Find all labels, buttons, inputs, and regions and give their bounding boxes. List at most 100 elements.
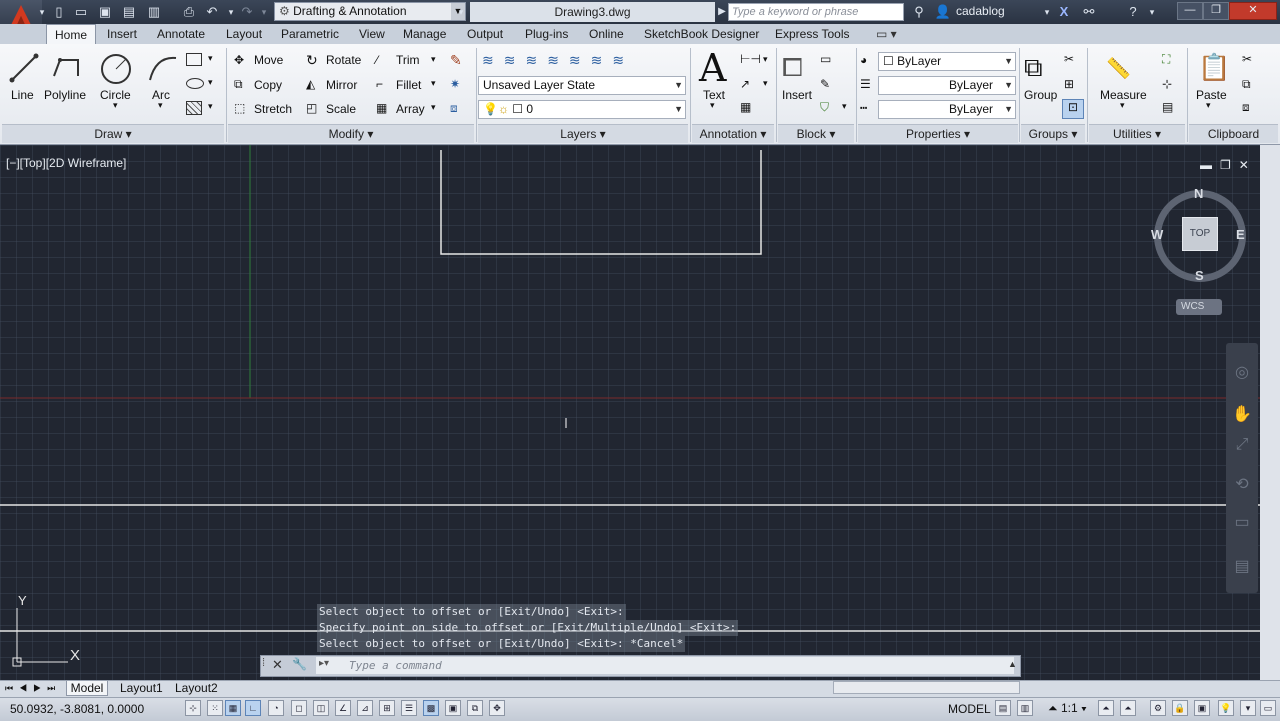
array-tool-label[interactable]: Array — [396, 102, 425, 116]
compass-north[interactable]: N — [1194, 186, 1203, 201]
scale-tool-label[interactable]: Scale — [326, 102, 356, 116]
plot-preview-icon[interactable]: ▥ — [145, 4, 163, 20]
command-input[interactable]: Type a command — [316, 657, 1014, 674]
copy-with-basepoint-icon[interactable]: ⧈ — [1242, 100, 1250, 115]
fillet-tool-label[interactable]: Fillet — [396, 78, 421, 92]
move-tool-label[interactable]: Move — [254, 53, 283, 67]
restore-window-icon[interactable]: ❐ — [1203, 2, 1229, 20]
annotation-visibility-icon[interactable]: ⏶ — [1098, 700, 1114, 716]
tab-manage[interactable]: Manage — [403, 24, 446, 44]
vertical-scrollbar[interactable] — [1260, 145, 1280, 680]
selection-cycling-toggle[interactable]: ⧉ — [467, 700, 483, 716]
leader-icon[interactable]: ↗ — [740, 77, 750, 91]
snap-mode-toggle[interactable]: ⁙ — [207, 700, 223, 716]
tab-layout2[interactable]: Layout2 — [175, 681, 218, 696]
leader-dropdown-icon[interactable]: ▾ — [763, 78, 768, 89]
transparency-toggle[interactable]: ▩ — [423, 700, 439, 716]
array-dropdown-icon[interactable]: ▾ — [431, 102, 436, 113]
ribbon-minimize-icon[interactable]: ▭ ▾ — [876, 24, 897, 44]
text-icon[interactable]: A — [699, 46, 726, 90]
app-menu-dropdown-icon[interactable]: ▾ — [33, 4, 51, 20]
linetype-select[interactable]: ByLayer ▼ — [878, 100, 1016, 119]
line-icon[interactable] — [8, 52, 40, 84]
quick-view-drawings-icon[interactable]: ▥ — [1017, 700, 1033, 716]
id-point-icon[interactable]: ⊹ — [1162, 77, 1172, 91]
horizontal-scrollbar[interactable] — [833, 681, 1020, 694]
mirror-icon[interactable]: ◭ — [306, 77, 315, 91]
redo-dropdown-icon[interactable]: ▾ — [255, 4, 273, 20]
offset-icon[interactable]: ⧈ — [450, 101, 458, 116]
polyline-tool-label[interactable]: Polyline — [44, 88, 86, 102]
circle-icon[interactable] — [99, 52, 133, 86]
arc-dropdown-icon[interactable]: ▾ — [158, 100, 163, 111]
layer-state-select[interactable]: Unsaved Layer State ▼ — [478, 76, 686, 95]
rectangle-icon[interactable] — [186, 53, 202, 66]
hatch-dropdown-icon[interactable]: ▾ — [208, 77, 213, 88]
tab-output[interactable]: Output — [467, 24, 503, 44]
signed-in-user[interactable]: cadablog — [956, 4, 1005, 18]
move-icon[interactable]: ✥ — [234, 53, 244, 67]
quick-select-icon[interactable]: ⛶ — [1162, 52, 1170, 67]
help-dropdown-icon[interactable]: ▾ — [1143, 4, 1161, 20]
minimize-window-icon[interactable]: — — [1177, 2, 1203, 20]
annotation-scale[interactable]: ⏶ 1:1 ▾ — [1048, 701, 1087, 716]
workspace-switching-gear-icon[interactable]: ⚙ — [1150, 700, 1166, 716]
tab-model[interactable]: Model — [66, 681, 108, 696]
groups-panel-title[interactable]: Groups ▾ — [1021, 124, 1085, 143]
workspace-switcher[interactable]: ⚙ Drafting & Annotation ▼ — [274, 2, 466, 21]
array-icon[interactable]: ▦ — [376, 101, 387, 115]
explode-icon[interactable]: ✷ — [450, 77, 460, 91]
tab-parametric[interactable]: Parametric — [281, 24, 339, 44]
create-block-icon[interactable]: ▭ — [820, 52, 831, 66]
pan-hand-icon[interactable]: ✋ — [1231, 404, 1253, 426]
exchange-apps-icon[interactable]: X — [1055, 4, 1073, 20]
ortho-mode-toggle[interactable]: ∟ — [245, 700, 261, 716]
insert-tool-label[interactable]: Insert — [782, 88, 812, 102]
block-panel-title[interactable]: Block ▾ — [778, 124, 854, 143]
tab-annotate[interactable]: Annotate — [157, 24, 205, 44]
command-line-close-icon[interactable]: ✕ — [272, 657, 283, 673]
fillet-icon[interactable]: ⌐ — [376, 77, 383, 91]
binoculars-search-icon[interactable]: ⚲ — [910, 4, 928, 20]
toolbar-lock-icon[interactable]: 🔒 — [1172, 700, 1188, 716]
stretch-icon[interactable]: ⬚ — [234, 101, 245, 115]
current-layer-select[interactable]: 💡☼ ☐ 0 ▼ — [478, 100, 686, 119]
copy-clip-icon[interactable]: ⧉ — [1242, 77, 1251, 92]
measure-icon[interactable]: 📏 — [1106, 56, 1131, 81]
hatch-icon[interactable] — [186, 78, 204, 89]
layout-nav-arrows-icon[interactable]: ⏮◀▶⏭ — [5, 681, 61, 696]
command-line-customize-icon[interactable]: 🔧 — [292, 657, 307, 671]
compass-west[interactable]: W — [1151, 227, 1163, 242]
user-dropdown-icon[interactable]: ▾ — [1038, 4, 1056, 20]
trim-icon[interactable]: ⁄ — [376, 53, 378, 67]
modify-panel-title[interactable]: Modify ▾ — [228, 124, 474, 143]
tab-express-tools[interactable]: Express Tools — [775, 24, 849, 44]
group-tool-label[interactable]: Group — [1024, 88, 1057, 102]
auto-scale-icon[interactable]: ⏶ — [1120, 700, 1136, 716]
layer-tools-icons[interactable]: ≋≋≋≋≋≋≋ — [482, 52, 634, 69]
boundary-icon[interactable] — [186, 101, 202, 115]
grid-display-toggle[interactable]: ▦ — [225, 700, 241, 716]
tab-online[interactable]: Online — [589, 24, 624, 44]
hardware-acceleration-icon[interactable]: ▣ — [1194, 700, 1210, 716]
plot-icon[interactable]: ⎙ — [180, 4, 198, 20]
ucs-menu[interactable]: WCS — [1176, 299, 1222, 315]
orbit-icon[interactable]: ⟲ — [1231, 474, 1253, 496]
trim-dropdown-icon[interactable]: ▾ — [431, 54, 436, 65]
draw-panel-title[interactable]: Draw ▾ — [2, 124, 224, 143]
properties-panel-title[interactable]: Properties ▾ — [858, 124, 1018, 143]
linetype-icon[interactable]: ┅ — [860, 101, 867, 115]
infer-constraints-toggle[interactable]: ⊹ — [185, 700, 201, 716]
match-properties-icon[interactable]: ◕ — [860, 53, 867, 67]
annotation-panel-title[interactable]: Annotation ▾ — [692, 124, 774, 143]
redo-icon[interactable]: ↷ — [238, 4, 256, 20]
layers-panel-title[interactable]: Layers ▾ — [478, 124, 688, 143]
rotate-icon[interactable]: ↻ — [306, 52, 318, 69]
tab-layout1[interactable]: Layout1 — [120, 681, 163, 696]
command-line-grip-icon[interactable]: ⁞ — [262, 657, 265, 669]
rectangle-dropdown-icon[interactable]: ▾ — [208, 53, 213, 64]
scale-icon[interactable]: ◰ — [306, 101, 317, 115]
erase-icon[interactable]: ✎ — [450, 52, 462, 69]
copy-tool-label[interactable]: Copy — [254, 78, 282, 92]
group-icon[interactable]: ⧉ — [1024, 52, 1043, 84]
